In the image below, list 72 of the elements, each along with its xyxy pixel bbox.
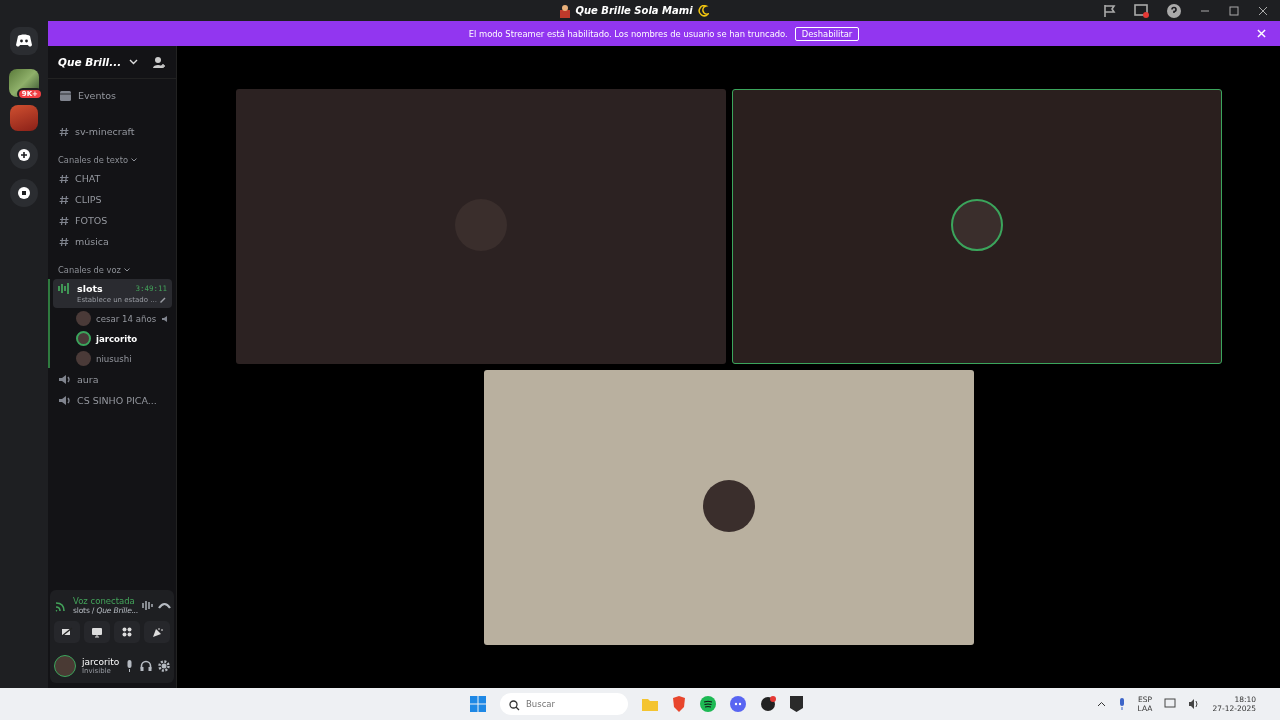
shield-icon[interactable] [790,696,803,712]
banner-text: El modo Streamer está habilitado. Los nombres de usuario se han truncado. [468,28,788,39]
voice-member[interactable]: niusushi [53,349,172,368]
channel-item[interactable]: FOTOS [53,211,172,230]
screen-icon[interactable] [1134,3,1150,18]
video-tile[interactable] [235,89,726,364]
settings-icon[interactable] [158,660,171,672]
avatar [702,480,755,532]
category-header[interactable]: Canales de voz [58,265,121,275]
speaker-icon [58,395,71,406]
search-field[interactable]: Buscar [500,693,628,715]
hash-icon [59,215,69,226]
channel-item[interactable]: música [53,232,172,251]
category-header[interactable]: Canales de texto [58,155,129,165]
plus-icon [18,149,30,161]
voice-member[interactable]: jarcorito [53,329,172,348]
channel-item[interactable]: CHAT [53,169,172,188]
speaker-icon [58,374,71,385]
music-icon[interactable] [700,696,716,712]
moon-icon [696,4,709,17]
monitor-icon [91,626,103,638]
activity-icon [58,283,71,294]
add-server-button[interactable] [10,141,38,169]
channel-item[interactable]: CLIPS [53,190,172,209]
voice-channel[interactable]: aura [53,370,172,389]
soundboard-button[interactable] [144,621,170,643]
camera-off-icon [61,627,73,637]
screen-share-button[interactable] [84,621,110,643]
headphones-icon[interactable] [140,660,153,672]
server-name[interactable]: Que Brill... [58,56,122,68]
party-icon [151,626,163,638]
calendar-icon [59,89,72,102]
window-title: Que Brille Sola Mami [575,5,693,16]
help-icon[interactable] [1167,3,1181,18]
chevron-icon[interactable] [1096,701,1106,707]
voice-status: Voz conectada [73,596,135,606]
invite-icon[interactable] [152,55,166,69]
figure-icon [559,3,572,18]
hash-icon [59,173,69,184]
video-tile[interactable] [731,89,1222,364]
compass-icon [18,187,30,199]
avatar [950,199,1003,251]
camera-button[interactable] [54,621,80,643]
channel-item[interactable]: sv-minecraft [53,122,172,141]
server-icon[interactable] [10,105,38,131]
microphone-icon[interactable] [1117,698,1126,710]
hash-icon [59,126,69,137]
avatar[interactable] [54,655,76,677]
app-icon[interactable] [760,696,776,712]
soundwave-icon[interactable] [142,600,155,611]
hang-up-icon[interactable] [158,601,172,610]
discover-button[interactable] [10,179,38,207]
username: jarcorito [82,657,120,667]
voice-member[interactable]: cesar 14 años [53,309,172,328]
home-button[interactable] [10,27,38,55]
hash-icon [59,194,69,205]
chevron-icon[interactable] [131,158,138,162]
pencil-icon[interactable] [159,297,166,303]
hash-icon [59,236,69,247]
network-icon[interactable] [1164,698,1177,710]
disable-button[interactable]: Deshabilitar [794,26,860,41]
maximize-icon[interactable] [1229,5,1239,16]
video-tile[interactable] [483,370,974,645]
volume-icon[interactable] [1188,698,1201,710]
grid-icon [122,627,132,637]
chevron-icon[interactable] [123,268,130,272]
channel-item[interactable]: Eventos [53,85,172,106]
activities-button[interactable] [114,621,140,643]
close-icon[interactable] [1258,5,1268,16]
voice-channel[interactable]: CS SINHO PICA... [53,391,172,410]
microphone-icon[interactable] [125,660,135,672]
search-icon [509,700,520,711]
